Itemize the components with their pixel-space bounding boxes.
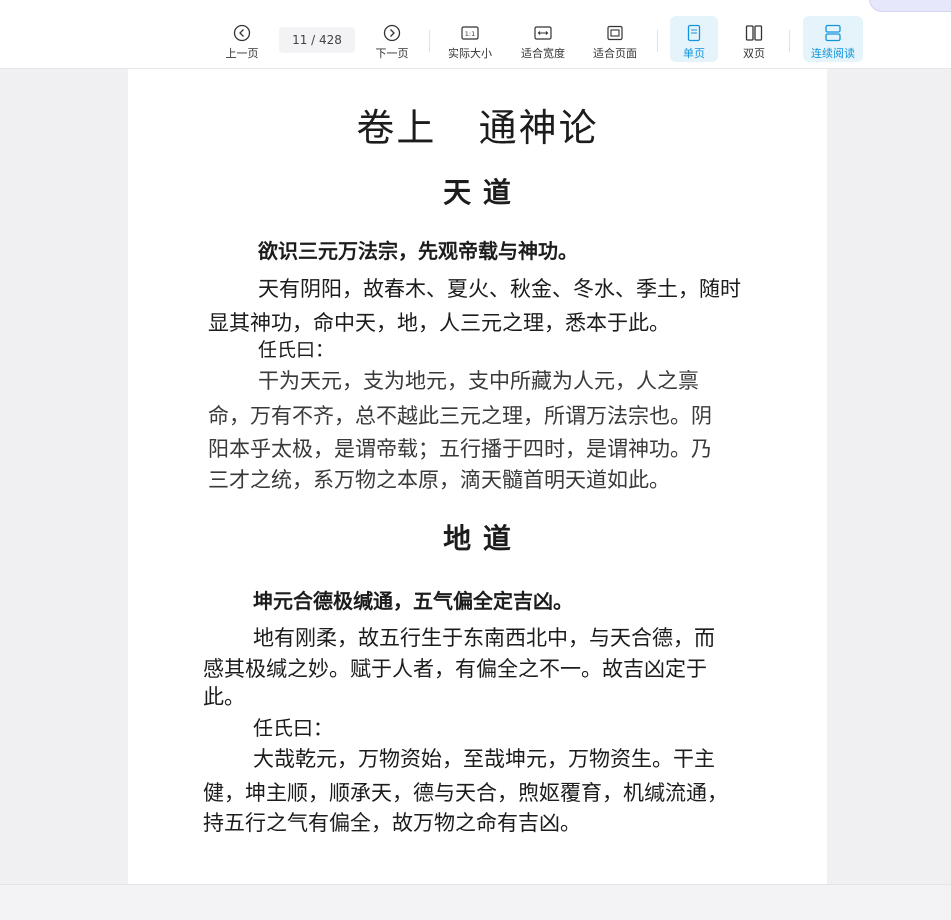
text-line: 干为天元，支为地元，支中所藏为人元，人之禀 <box>258 369 699 393</box>
text-line: 三才之统，系万物之本原，滴天髓首明天道如此。 <box>208 468 670 492</box>
next-page-button[interactable]: 下一页 <box>370 16 414 62</box>
text-line: 此。 <box>203 685 245 709</box>
section-title-tiandao: 天 道 <box>443 176 512 209</box>
text-line: 健，坤主顺，顺承天，德与天合，煦妪覆育，机缄流通， <box>203 781 728 805</box>
actual-size-button[interactable]: 1:1 实际大小 <box>444 16 496 62</box>
text-line: 地有刚柔，故五行生于东南西北中，与天合德，而 <box>253 626 715 650</box>
prev-page-label: 上一页 <box>225 47 259 60</box>
fit-width-button[interactable]: 适合宽度 <box>516 16 570 62</box>
next-page-label: 下一页 <box>375 47 409 60</box>
text-line: 天有阴阳，故春木、夏火、秋金、冬水、季土，随时 <box>258 277 741 301</box>
chevron-right-circle-icon <box>383 24 401 42</box>
text-line: 阳本乎太极，是谓帝载；五行播于四时，是谓神功。乃 <box>208 437 712 461</box>
text-line: 大哉乾元，万物资始，至哉坤元，万物资生。干主 <box>253 747 715 771</box>
fit-page-label: 适合页面 <box>593 47 637 60</box>
text-line: 显其神功，命中天，地，人三元之理，悉本于此。 <box>208 311 670 335</box>
toolbar-divider <box>657 30 658 52</box>
actual-size-icon-text: 1:1 <box>465 30 475 38</box>
fit-width-icon <box>534 24 552 42</box>
actual-size-icon: 1:1 <box>461 24 479 42</box>
toolbar-divider <box>429 30 430 52</box>
fit-page-icon <box>606 24 624 42</box>
page-indicator[interactable]: 11 / 428 <box>279 27 355 53</box>
fit-page-button[interactable]: 适合页面 <box>588 16 642 62</box>
single-page-icon <box>685 24 703 42</box>
continuous-read-icon <box>824 24 842 42</box>
verse-line: 坤元合德极缄通，五气偏全定吉凶。 <box>253 589 573 613</box>
single-page-label: 单页 <box>683 47 705 60</box>
section-title-didao: 地 道 <box>443 522 512 555</box>
document-page: 卷上 通神论 天 道 欲识三元万法宗，先观帝载与神功。 天有阴阳，故春木、夏火、… <box>128 69 827 884</box>
chevron-left-circle-icon <box>233 24 251 42</box>
viewer-toolbar: 上一页 11 / 428 下一页 1:1 实际大小 适合宽度 适合页面 单页 双… <box>0 0 951 69</box>
text-line: 命，万有不齐，总不越此三元之理，所谓万法宗也。阴 <box>208 404 712 428</box>
double-page-button[interactable]: 双页 <box>732 16 776 62</box>
text-line: 任氏曰： <box>253 716 333 740</box>
prev-page-button[interactable]: 上一页 <box>220 16 264 62</box>
continuous-read-label: 连续阅读 <box>811 47 855 60</box>
verse-line: 欲识三元万法宗，先观帝载与神功。 <box>258 239 578 263</box>
single-page-button[interactable]: 单页 <box>670 16 718 62</box>
continuous-read-button[interactable]: 连续阅读 <box>803 16 863 62</box>
double-page-icon <box>745 24 763 42</box>
toolbar-divider <box>789 30 790 52</box>
text-line: 任氏曰： <box>258 339 335 361</box>
chapter-title: 卷上 通神论 <box>356 106 599 150</box>
fit-width-label: 适合宽度 <box>521 47 565 60</box>
double-page-label: 双页 <box>743 47 765 60</box>
corner-pill[interactable] <box>869 0 951 12</box>
actual-size-label: 实际大小 <box>448 47 492 60</box>
text-line: 感其极缄之妙。赋于人者，有偏全之不一。故吉凶定于 <box>203 657 707 681</box>
text-line: 持五行之气有偏全，故万物之命有吉凶。 <box>203 811 581 835</box>
bottom-bar <box>0 884 951 920</box>
